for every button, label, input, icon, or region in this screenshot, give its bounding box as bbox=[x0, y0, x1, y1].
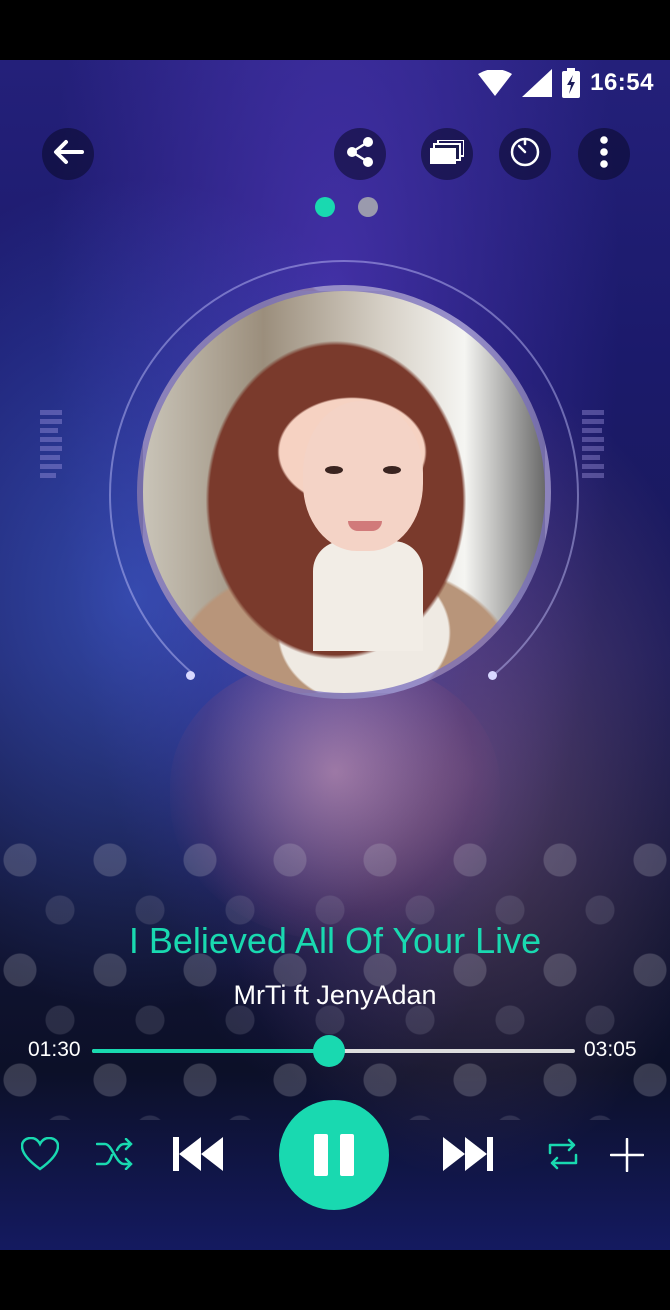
heart-icon bbox=[20, 1136, 60, 1176]
elapsed-time: 01:30 bbox=[28, 1038, 81, 1061]
repeat-button[interactable] bbox=[543, 1136, 583, 1176]
share-button[interactable] bbox=[334, 128, 386, 180]
add-icon bbox=[609, 1137, 645, 1177]
top-bezel bbox=[0, 0, 670, 60]
seek-bar-progress bbox=[92, 1049, 329, 1053]
album-art[interactable] bbox=[137, 285, 551, 699]
share-icon bbox=[346, 136, 374, 172]
equalizer-bars-right bbox=[582, 410, 604, 482]
next-icon bbox=[443, 1136, 493, 1177]
queue-button[interactable] bbox=[421, 128, 473, 180]
repeat-icon bbox=[546, 1137, 580, 1176]
page-indicator bbox=[315, 197, 378, 217]
back-arrow-icon bbox=[52, 138, 84, 171]
previous-button[interactable] bbox=[170, 1136, 226, 1176]
page-dot-active[interactable] bbox=[315, 197, 335, 217]
artist-name: MrTi ft JenyAdan bbox=[233, 980, 437, 1010]
play-pause-button[interactable] bbox=[279, 1100, 389, 1210]
equalizer-bars-left bbox=[40, 410, 62, 482]
queue-icon bbox=[430, 138, 465, 169]
back-button[interactable] bbox=[42, 128, 94, 180]
sleep-timer-button[interactable] bbox=[499, 128, 551, 180]
more-vert-icon bbox=[599, 135, 609, 173]
album-art-eye-right bbox=[383, 466, 401, 474]
cell-signal-icon bbox=[522, 69, 553, 97]
shuffle-button[interactable] bbox=[94, 1136, 136, 1176]
battery-charging-icon bbox=[562, 68, 581, 98]
seek-bar-thumb[interactable] bbox=[312, 1035, 345, 1067]
wifi-icon bbox=[478, 70, 513, 96]
more-options-button[interactable] bbox=[578, 128, 630, 180]
add-to-playlist-button[interactable] bbox=[606, 1136, 648, 1178]
next-button[interactable] bbox=[440, 1136, 496, 1176]
page-dot-inactive[interactable] bbox=[358, 197, 378, 217]
song-title: I Believed All Of Your Live bbox=[128, 920, 542, 961]
disc-ring-dot-right bbox=[488, 671, 497, 680]
shuffle-icon bbox=[95, 1137, 134, 1175]
album-art-sweater bbox=[313, 541, 423, 651]
disc-ring-dot-left bbox=[186, 671, 195, 680]
status-bar: 16:54 bbox=[478, 64, 654, 102]
album-art-mouth bbox=[348, 521, 382, 531]
bottom-bezel bbox=[0, 1250, 670, 1310]
sleep-timer-icon bbox=[509, 136, 541, 173]
album-art-eye-left bbox=[325, 466, 343, 474]
player-screen: 16:54 I Believed All Of Your Live MrTi f… bbox=[0, 60, 670, 1250]
pause-icon bbox=[308, 1134, 360, 1176]
favorite-button[interactable] bbox=[18, 1134, 62, 1178]
total-duration: 03:05 bbox=[584, 1038, 637, 1061]
previous-icon bbox=[173, 1136, 223, 1177]
background-mixer bbox=[0, 820, 670, 1120]
status-time: 16:54 bbox=[590, 69, 654, 96]
